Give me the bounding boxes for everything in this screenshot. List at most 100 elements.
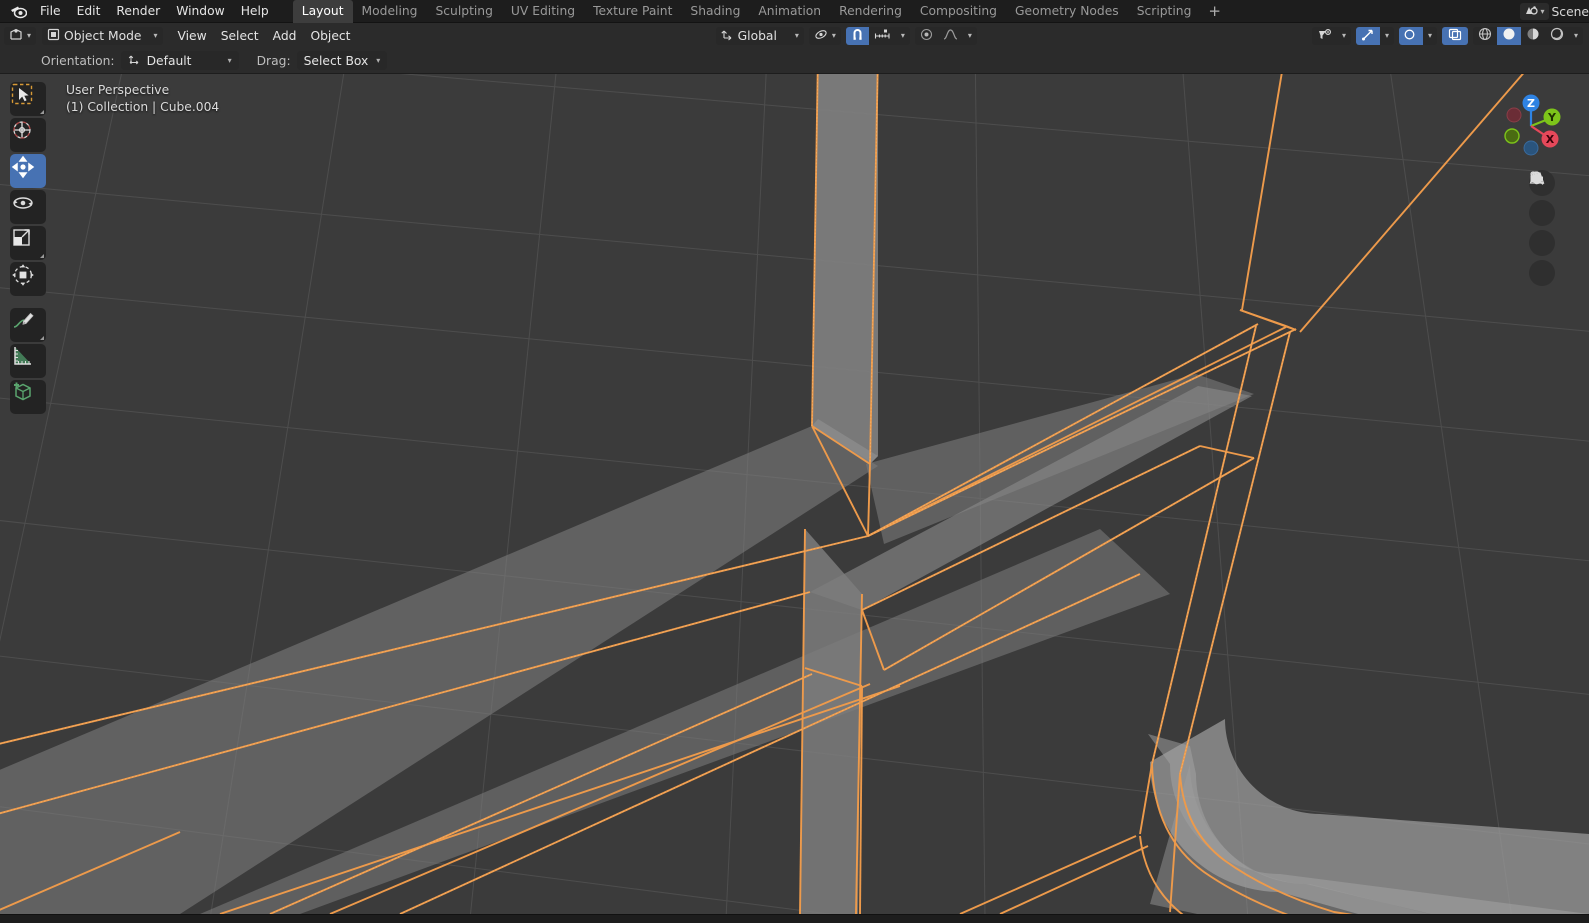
overlays-toggle-button[interactable] [1399, 27, 1423, 45]
svg-text:Z: Z [1527, 97, 1535, 110]
proportional-editing-toggle[interactable] [915, 27, 938, 45]
drag-mode-value: Select Box [304, 54, 369, 68]
shading-wireframe-button[interactable] [1473, 27, 1497, 45]
chevron-down-icon: ▾ [1574, 32, 1578, 40]
scene-selector[interactable]: ▾ [1520, 3, 1548, 20]
orientation-label: Global [738, 29, 777, 43]
drag-mode-dropdown[interactable]: Select Box ▾ [297, 51, 388, 70]
object-visibility-icon [1317, 27, 1332, 45]
cursor-tool[interactable] [10, 118, 46, 152]
move-tool[interactable] [10, 154, 46, 188]
proportional-editing-controls: ▾ [915, 27, 977, 45]
chevron-down-icon: ▾ [376, 56, 380, 65]
menu-object[interactable]: Object [303, 27, 357, 45]
overlays-dropdown[interactable]: ▾ [1423, 27, 1437, 45]
menu-render[interactable]: Render [108, 2, 168, 20]
workspace-tabs: Layout Modeling Sculpting UV Editing Tex… [293, 0, 1229, 23]
menu-window[interactable]: Window [168, 2, 233, 20]
scale-tool[interactable] [10, 226, 46, 260]
shading-solid-button[interactable] [1497, 27, 1521, 45]
gizmo-toggle-button[interactable] [1356, 27, 1380, 45]
object-visibility-button[interactable] [1312, 27, 1337, 45]
pivot-point-selector[interactable]: ▾ [809, 27, 841, 45]
blender-logo-icon[interactable] [4, 4, 32, 19]
menu-edit[interactable]: Edit [69, 2, 109, 20]
orientation-dropdown[interactable]: Default ▾ [121, 51, 239, 70]
chevron-down-icon: ▾ [1342, 32, 1346, 40]
menu-select[interactable]: Select [214, 27, 266, 45]
tool-submenu-indicator [40, 336, 44, 340]
viewport-canvas [0, 74, 1589, 914]
tab-compositing[interactable]: Compositing [911, 0, 1006, 23]
status-bar [0, 914, 1589, 923]
svg-text:X: X [1546, 133, 1555, 146]
select-box-tool[interactable] [10, 82, 46, 116]
tab-geometry-nodes[interactable]: Geometry Nodes [1006, 0, 1128, 23]
viewport-toolbar [10, 82, 46, 414]
tab-texture-paint[interactable]: Texture Paint [584, 0, 681, 23]
3d-viewport[interactable]: User Perspective (1) Collection | Cube.0… [0, 74, 1589, 914]
shading-rendered-button[interactable] [1545, 27, 1569, 45]
tab-animation[interactable]: Animation [749, 0, 830, 23]
pivot-point-icon [814, 28, 828, 44]
tab-uv-editing[interactable]: UV Editing [502, 0, 584, 23]
snap-toggle-button[interactable] [846, 27, 869, 45]
visibility-dropdown[interactable]: ▾ [1337, 27, 1351, 45]
tab-sculpting[interactable]: Sculpting [426, 0, 501, 23]
snap-controls: ▾ [846, 27, 910, 45]
toggle-perspective-button[interactable] [1529, 260, 1555, 286]
rotate-tool[interactable] [10, 190, 46, 224]
tab-layout[interactable]: Layout [293, 0, 353, 23]
add-workspace-button[interactable]: + [1200, 2, 1229, 20]
chevron-down-icon: ▾ [153, 32, 157, 40]
drag-label-text: Drag: [257, 54, 291, 68]
menu-add[interactable]: Add [266, 27, 304, 45]
shading-dropdown[interactable]: ▾ [1569, 27, 1583, 45]
tab-shading[interactable]: Shading [681, 0, 749, 23]
editor-type-3dviewport-icon [9, 28, 23, 44]
orientation-label-text: Orientation: [41, 54, 115, 68]
tab-scripting[interactable]: Scripting [1128, 0, 1201, 23]
shading-rendered-icon [1550, 27, 1564, 45]
svg-text:Y: Y [1547, 111, 1557, 124]
object-mode-icon [47, 28, 60, 44]
xray-toggle-button[interactable] [1442, 27, 1468, 45]
annotate-tool[interactable] [10, 308, 46, 342]
chevron-down-icon: ▾ [832, 32, 836, 40]
shading-solid-icon [1502, 27, 1516, 45]
transform-orientation-selector[interactable]: Global ▾ [716, 27, 804, 45]
overlays-icon [1404, 27, 1418, 45]
tool-settings-bar: Orientation: Default ▾ Drag: Select Box … [0, 48, 1589, 74]
editor-type-button[interactable]: ▾ [4, 27, 36, 45]
tool-submenu-indicator [40, 254, 44, 258]
falloff-smooth-icon [943, 27, 958, 45]
camera-view-button[interactable] [1529, 230, 1555, 256]
snap-target-button[interactable] [869, 27, 896, 45]
measure-tool[interactable] [10, 344, 46, 378]
menu-help[interactable]: Help [233, 2, 277, 20]
proportional-falloff-button[interactable] [938, 27, 963, 45]
pan-button[interactable] [1529, 200, 1555, 226]
menu-file[interactable]: File [32, 2, 69, 20]
transform-orientation-icon [128, 53, 141, 69]
snap-options-dropdown[interactable]: ▾ [896, 27, 910, 45]
chevron-down-icon: ▾ [27, 32, 31, 40]
shading-material-icon [1526, 27, 1540, 45]
shading-material-button[interactable] [1521, 27, 1545, 45]
add-cube-tool[interactable] [10, 380, 46, 414]
chevron-down-icon: ▾ [795, 32, 799, 40]
falloff-options-dropdown[interactable]: ▾ [963, 27, 977, 45]
topbar-right-group: ▾ Scene [1520, 0, 1589, 23]
tab-rendering[interactable]: Rendering [830, 0, 911, 23]
navigation-gizmo[interactable]: Z Y X [1493, 86, 1569, 162]
menu-view[interactable]: View [171, 27, 214, 45]
chevron-down-icon: ▾ [901, 32, 905, 40]
chevron-down-icon: ▾ [968, 32, 972, 40]
interaction-mode-selector[interactable]: Object Mode ▾ [42, 27, 162, 45]
gizmo-dropdown[interactable]: ▾ [1380, 27, 1394, 45]
orientation-global-icon [721, 28, 734, 44]
chevron-down-icon: ▾ [1540, 8, 1544, 16]
tab-modeling[interactable]: Modeling [353, 0, 427, 23]
transform-tool[interactable] [10, 262, 46, 296]
xray-toggle-icon [1448, 28, 1462, 44]
